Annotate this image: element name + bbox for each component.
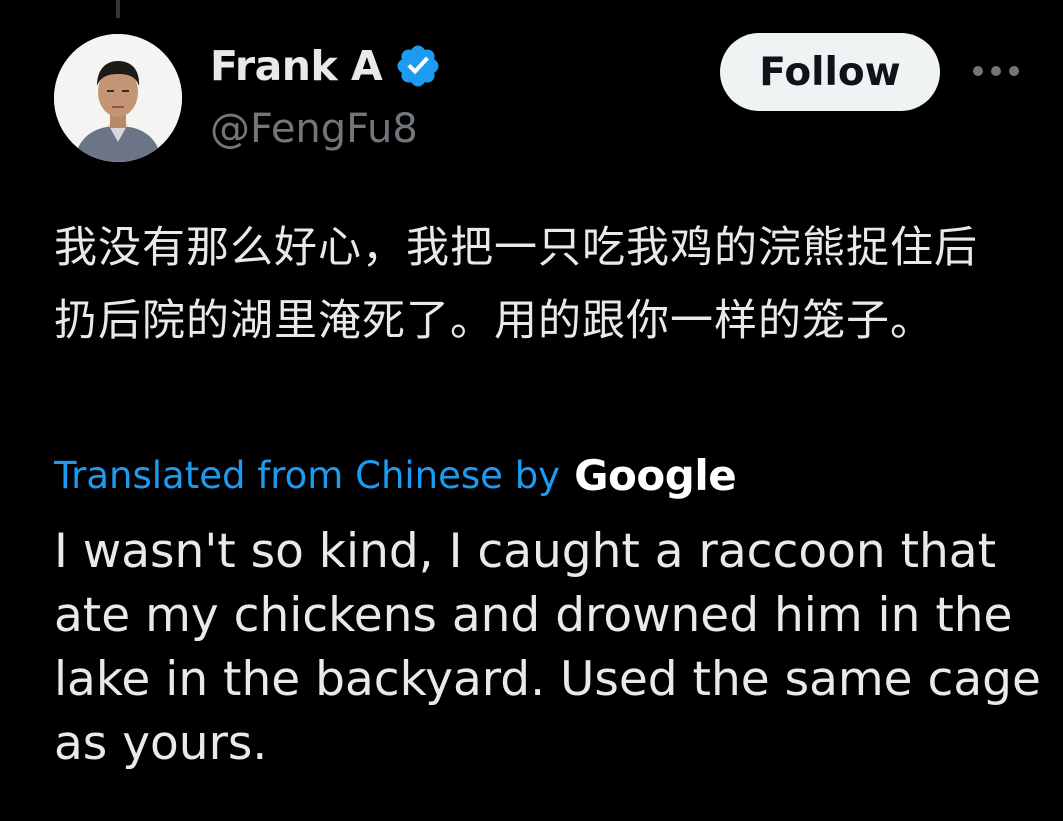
author-name-row: Frank A bbox=[210, 40, 442, 92]
translation-attribution: Translated from Chinese by Google bbox=[54, 450, 737, 502]
translation-label[interactable]: Translated from Chinese by bbox=[54, 450, 560, 502]
thread-connector-line bbox=[116, 0, 120, 18]
author-handle[interactable]: @FengFu8 bbox=[210, 103, 418, 155]
tweet-translated-text: I wasn't so kind, I caught a raccoon tha… bbox=[54, 524, 1041, 771]
avatar-photo bbox=[54, 34, 182, 162]
follow-button[interactable]: Follow bbox=[720, 33, 940, 111]
more-icon[interactable] bbox=[970, 58, 1022, 84]
avatar[interactable] bbox=[54, 34, 182, 162]
tweet-original-text: 我没有那么好心，我把一只吃我鸡的浣熊捉住后扔后院的湖里淹死了。用的跟你一样的笼子… bbox=[54, 223, 978, 346]
verified-badge-icon[interactable] bbox=[394, 42, 442, 90]
google-logo: Google bbox=[574, 451, 737, 500]
author-display-name[interactable]: Frank A bbox=[210, 40, 383, 92]
